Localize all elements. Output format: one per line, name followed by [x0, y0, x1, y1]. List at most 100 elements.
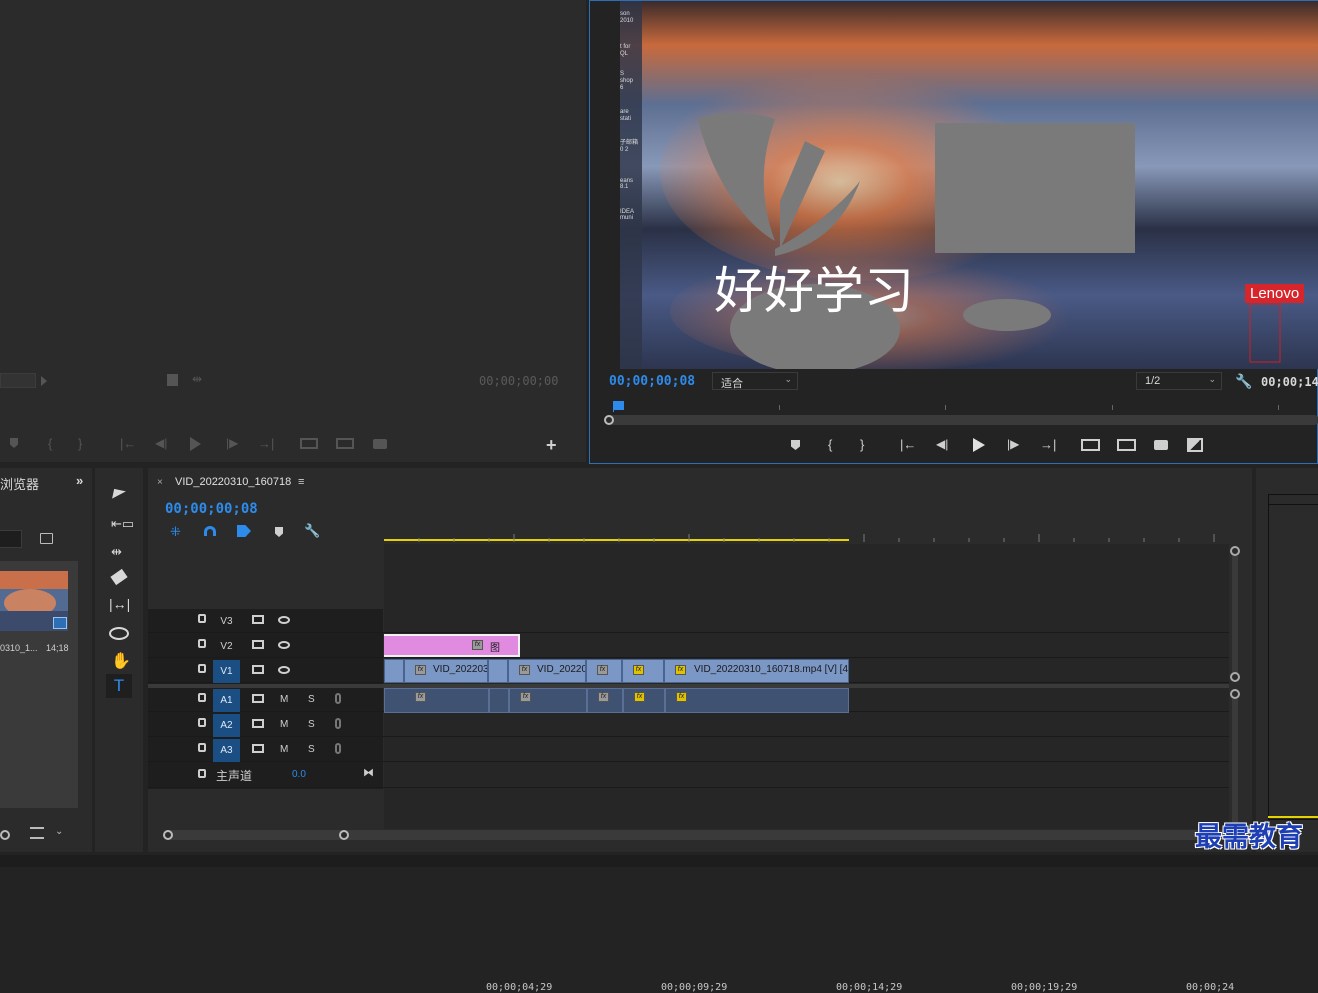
play-icon[interactable] — [973, 438, 985, 452]
step-back-icon[interactable]: ◀| — [936, 437, 948, 451]
mark-out-icon[interactable]: } — [860, 437, 864, 452]
playhead-icon[interactable] — [613, 401, 624, 410]
slip-tool-icon[interactable]: |↔| — [109, 596, 130, 612]
fit-dropdown[interactable]: 适合 ⌄ — [712, 372, 798, 390]
timeline-timecode[interactable]: 00;00;00;08 — [165, 501, 258, 517]
selection-tool-icon[interactable] — [112, 488, 126, 502]
search-folder-icon[interactable] — [40, 533, 53, 544]
clip-v1-seg3[interactable] — [488, 659, 508, 683]
linked-selection-icon[interactable] — [237, 525, 251, 537]
ripple-edit-tool-icon[interactable]: ⇹ — [111, 544, 122, 560]
audio-clip-seg2[interactable] — [489, 688, 509, 713]
wrench-icon[interactable]: 🔧 — [1235, 373, 1252, 390]
source-go-out-icon[interactable]: →| — [258, 436, 274, 451]
lock-icon[interactable] — [198, 639, 206, 648]
mark-in-icon[interactable]: { — [828, 437, 832, 452]
audio-scroll-handle-top[interactable] — [1230, 689, 1240, 699]
audio-clip-seg4[interactable]: fx — [587, 688, 623, 713]
zoom-handle-right[interactable] — [339, 830, 349, 840]
source-camera-icon[interactable] — [373, 439, 387, 449]
track-label-v1[interactable]: V1 — [213, 660, 240, 683]
video-scroll-handle-top[interactable] — [1230, 546, 1240, 556]
clip-v1-main[interactable]: fx VID_20220310_160718.mp4 [V] [45. — [664, 659, 849, 683]
sort-dropdown-icon[interactable]: ⌄ — [55, 826, 63, 837]
source-play-icon[interactable] — [190, 437, 201, 451]
lock-icon[interactable] — [198, 664, 206, 673]
source-overwrite-icon[interactable] — [336, 438, 354, 449]
source-insert-icon[interactable] — [300, 438, 318, 449]
project-panel-title[interactable]: 浏览器 — [0, 474, 39, 493]
toggle-sync-icon[interactable] — [252, 694, 264, 703]
audio-scrollbar[interactable] — [1232, 699, 1238, 829]
resolution-dropdown[interactable]: 1/2 ⌄ — [1136, 372, 1222, 390]
timeline-zoom-scrollbar[interactable] — [163, 830, 1229, 840]
solo-button[interactable]: S — [308, 694, 315, 705]
track-select-tool-icon[interactable]: ⇤▭ — [111, 516, 134, 532]
toggle-sync-icon[interactable] — [252, 744, 264, 753]
zoom-handle-left[interactable] — [163, 830, 173, 840]
lift-icon[interactable] — [1081, 439, 1100, 451]
microphone-icon[interactable] — [335, 743, 341, 754]
toggle-sync-icon[interactable] — [252, 615, 264, 624]
hand-tool-icon[interactable]: ✋ — [111, 651, 131, 671]
project-search-input[interactable] — [0, 530, 22, 548]
toggle-sync-icon[interactable] — [252, 719, 264, 728]
solo-button[interactable]: S — [308, 719, 315, 730]
master-volume-value[interactable]: 0.0 — [292, 769, 306, 780]
go-to-out-icon[interactable]: →| — [1040, 437, 1056, 452]
eye-icon[interactable] — [278, 616, 290, 624]
export-frame-icon[interactable] — [167, 374, 178, 386]
marker-icon[interactable] — [791, 440, 800, 450]
clip-v1-seg1[interactable] — [384, 659, 404, 683]
program-video-frame[interactable]: 好好学习 Lenovo son 2010 t for QL S shop 6 a… — [620, 1, 1318, 369]
close-tab-icon[interactable]: × — [157, 477, 163, 488]
timeline-settings-wrench-icon[interactable]: 🔧 — [304, 523, 320, 539]
audio-clip-seg1[interactable]: fx — [384, 688, 489, 713]
extract-icon[interactable] — [1117, 439, 1136, 451]
nest-sequence-icon[interactable]: ⁜ — [170, 524, 181, 540]
zoom-slider-handle[interactable] — [0, 830, 10, 840]
camera-icon[interactable] — [1154, 440, 1168, 450]
project-item-thumbnail[interactable]: 0310_1... 14;18 — [0, 561, 78, 808]
lock-icon[interactable] — [198, 769, 206, 778]
clip-v1-seg6[interactable]: fx — [622, 659, 664, 683]
track-label-a1[interactable]: A1 — [213, 689, 240, 712]
step-forward-icon[interactable]: |▶ — [1007, 437, 1019, 451]
microphone-icon[interactable] — [335, 718, 341, 729]
toggle-sync-icon[interactable] — [252, 665, 264, 674]
program-timecode[interactable]: 00;00;00;08 — [609, 374, 695, 389]
ellipse-tool-icon[interactable] — [109, 627, 129, 640]
lock-icon[interactable] — [198, 718, 206, 727]
clip-v2-graphic[interactable]: fx 图 — [384, 634, 520, 657]
go-to-in-icon[interactable]: |← — [900, 437, 916, 452]
video-scrollbar[interactable] — [1232, 556, 1238, 674]
source-timecode[interactable]: 00;00;00;00 — [479, 374, 558, 388]
go-to-end-icon[interactable]: ⧓ — [363, 766, 374, 779]
track-label-a3[interactable]: A3 — [213, 739, 240, 762]
tab-menu-icon[interactable]: ≡ — [298, 476, 304, 488]
solo-button[interactable]: S — [308, 744, 315, 755]
play-arrow-icon[interactable] — [41, 376, 47, 386]
clip-v1-seg4[interactable]: fx VID_20220 — [508, 659, 586, 683]
audio-clip-seg3[interactable]: fx — [509, 688, 587, 713]
lock-icon[interactable] — [198, 614, 206, 623]
panel-overflow-icon[interactable]: » — [76, 473, 83, 488]
source-mark-out-icon[interactable]: } — [78, 436, 82, 451]
source-add-button[interactable]: + — [546, 435, 557, 456]
track-label-v2[interactable]: V2 — [213, 635, 240, 658]
source-go-in-icon[interactable]: |← — [120, 436, 136, 451]
eye-icon[interactable] — [278, 641, 290, 649]
program-mini-ruler[interactable] — [605, 397, 1318, 412]
toggle-sync-icon[interactable] — [252, 640, 264, 649]
track-label-v3[interactable]: V3 — [213, 610, 240, 633]
mute-button[interactable]: M — [280, 719, 288, 730]
razor-tool-icon[interactable] — [110, 568, 128, 586]
mute-button[interactable]: M — [280, 744, 288, 755]
type-tool-icon[interactable]: T — [106, 674, 132, 698]
track-label-a2[interactable]: A2 — [213, 714, 240, 737]
source-marker-icon[interactable] — [10, 438, 18, 448]
mute-button[interactable]: M — [280, 694, 288, 705]
source-mark-in-icon[interactable]: { — [48, 436, 52, 451]
add-marker-icon[interactable] — [275, 527, 283, 537]
list-view-icon[interactable] — [30, 827, 44, 839]
